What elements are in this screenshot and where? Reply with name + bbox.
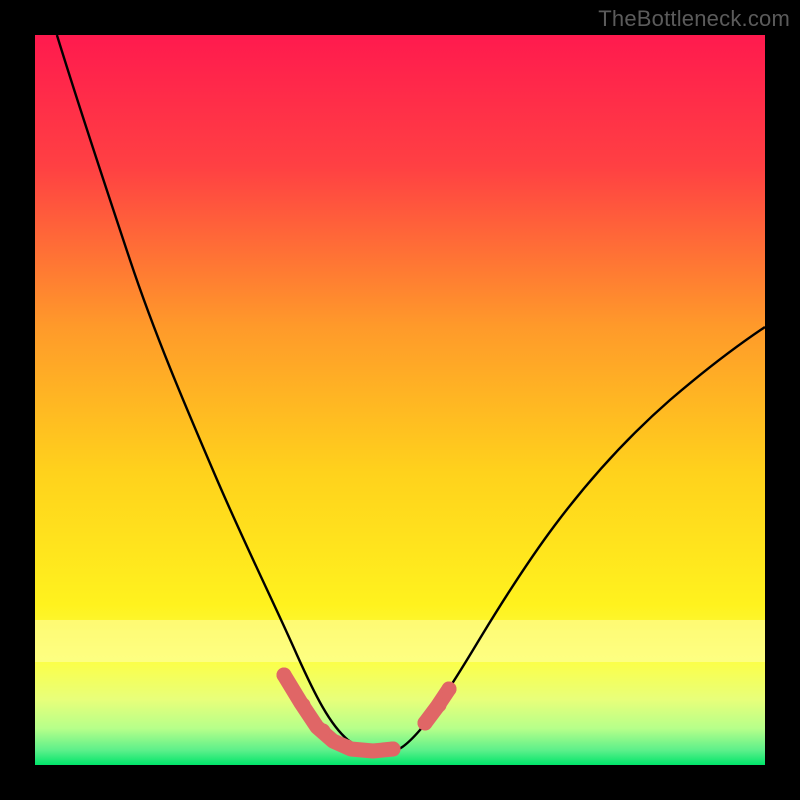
- chart-svg: [35, 35, 765, 765]
- near-zero-band: [35, 620, 765, 662]
- watermark-text: TheBottleneck.com: [598, 6, 790, 32]
- plot-area: [35, 35, 765, 765]
- outer-frame: TheBottleneck.com: [0, 0, 800, 800]
